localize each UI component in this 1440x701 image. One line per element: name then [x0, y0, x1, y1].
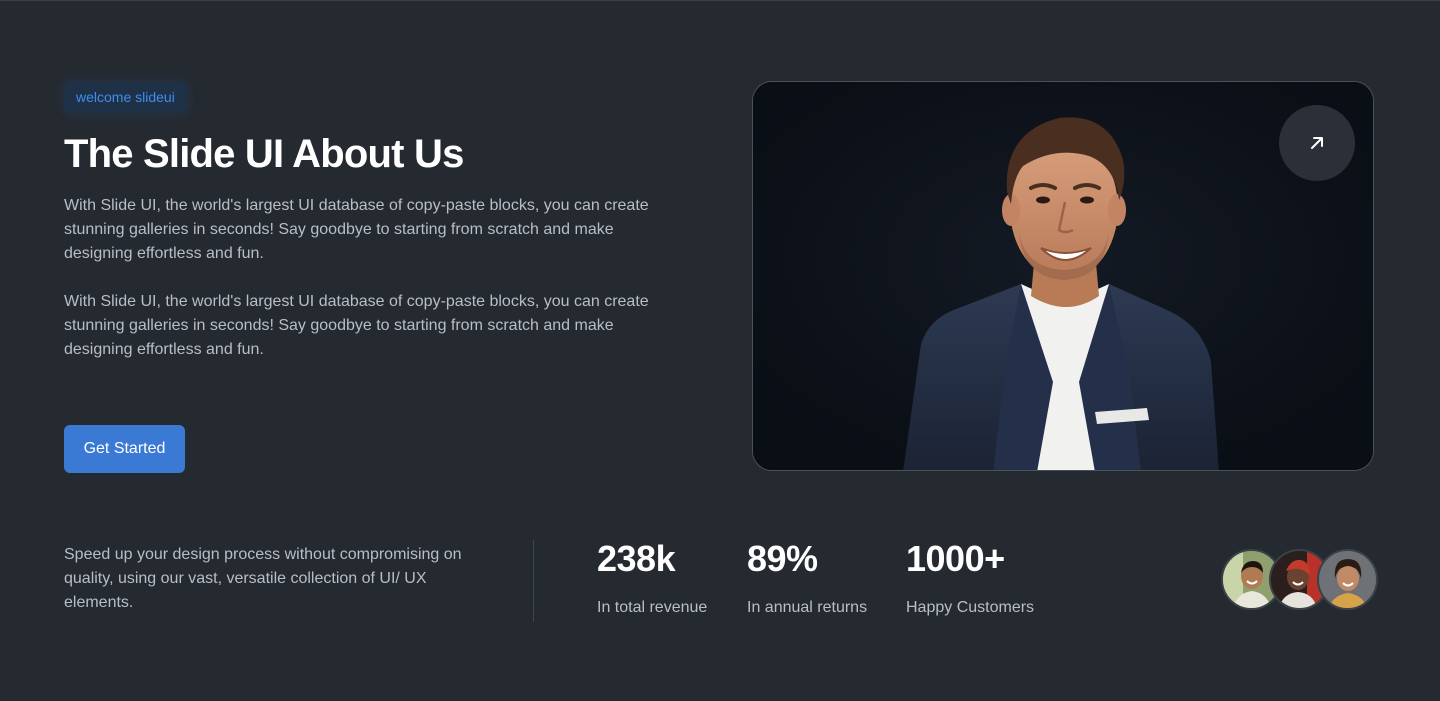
open-arrow-button[interactable]	[1279, 105, 1355, 181]
stat-label: Happy Customers	[906, 599, 1035, 616]
stat-returns: 89% In annual returns	[747, 537, 867, 618]
about-us-section: welcome slideui The Slide UI About Us Wi…	[0, 0, 1440, 701]
stat-revenue: 238k In total revenue	[597, 537, 707, 618]
stats-divider	[533, 540, 534, 622]
avatar	[1317, 549, 1378, 610]
stat-label: In total revenue	[597, 599, 708, 616]
page-title: The Slide UI About Us	[64, 132, 464, 176]
get-started-button[interactable]: Get Started	[64, 425, 185, 473]
stat-label: In annual returns	[747, 599, 868, 616]
stat-value: 89%	[747, 538, 818, 579]
stat-value: 1000+	[906, 538, 1005, 579]
arrow-up-right-icon	[1311, 137, 1323, 149]
stat-value: 238k	[597, 538, 676, 579]
intro-paragraph-secondary: With Slide UI, the world's largest UI da…	[64, 293, 649, 358]
stat-customers: 1000+ Happy Customers	[906, 537, 1034, 618]
welcome-badge: welcome slideui	[64, 82, 187, 113]
intro-paragraph: With Slide UI, the world's largest UI da…	[64, 197, 649, 262]
customer-avatars	[1221, 549, 1378, 610]
stats-description: Speed up your design process without com…	[64, 546, 462, 611]
hero-image-card	[752, 81, 1374, 471]
